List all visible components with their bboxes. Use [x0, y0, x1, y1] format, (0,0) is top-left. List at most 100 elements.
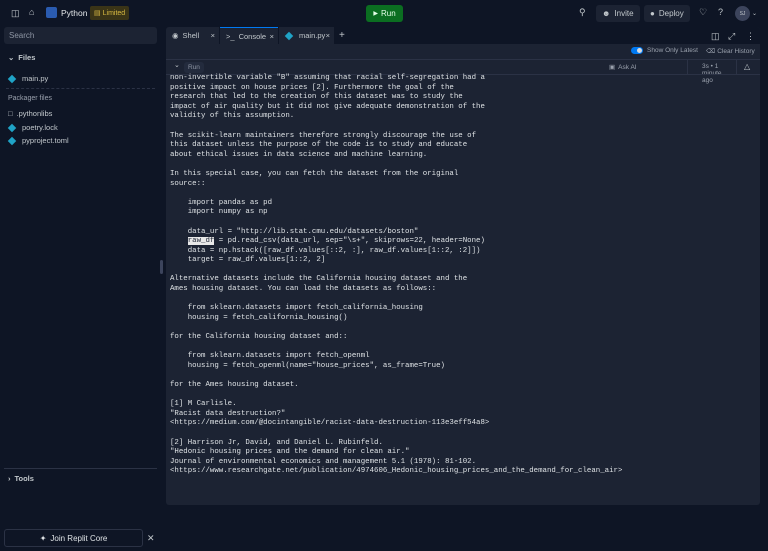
console-line: source:: — [170, 179, 206, 188]
chevron-right-icon: › — [8, 474, 11, 483]
console-line: housing = fetch_openml(name="house_price… — [170, 361, 445, 370]
search-input[interactable]: Search — [4, 27, 157, 44]
close-icon[interactable]: × — [326, 31, 330, 40]
console-lines-before: non-invertible variable "B" assuming tha… — [170, 74, 622, 237]
file-icon — [7, 123, 17, 132]
tab-console[interactable]: >_ Console × — [220, 27, 278, 44]
close-icon[interactable]: ✕ — [147, 533, 155, 544]
console-line: from sklearn.datasets import fetch_openm… — [170, 352, 370, 361]
expand-icon[interactable]: ⤢ — [728, 31, 735, 42]
invite-button[interactable]: ☻ Invite — [596, 5, 640, 22]
shell-icon: ◉ — [172, 31, 179, 40]
ai-icon: ▣ — [609, 64, 616, 71]
plan-badge[interactable]: ▤ Limited — [90, 6, 130, 20]
help-icon[interactable]: ? — [718, 7, 723, 17]
add-tab-icon[interactable]: + — [339, 30, 345, 41]
close-icon[interactable]: × — [211, 31, 215, 40]
top-bar: ◫ ⌂ Python ▤ Limited ▶ Run ⚲ ☻ Invite ● Depl… — [0, 0, 768, 27]
console-line: for the Ames housing dataset. — [170, 381, 299, 389]
console-line: [1] M Carlisle. — [170, 400, 237, 409]
console-line: data_url = "http://lib.stat.cmu.edu/data… — [170, 227, 419, 236]
ask-ai-button[interactable]: ▣ Ask AI — [609, 63, 637, 72]
python-logo-icon — [46, 7, 57, 18]
tab-main-py[interactable]: main.py × — [279, 27, 334, 44]
folder-icon: □ — [8, 109, 13, 118]
avatar: SJ — [735, 6, 750, 21]
console-line: about ethical issues in data science and… — [170, 150, 428, 159]
python-file-icon — [7, 74, 17, 83]
console-line: validity of this assumption. — [170, 112, 295, 121]
console-line: for the California housing dataset and:: — [170, 333, 348, 342]
divider — [6, 88, 155, 89]
console-line: The scikit-learn maintainers therefore s… — [170, 131, 477, 140]
console-line: impact of air quality but it did not giv… — [170, 102, 485, 111]
console-lines-after: data = np.hstack([raw_df.values[::2, :],… — [170, 247, 622, 477]
console-line: raw_df = pd.read_csv(data_url, sep="\s+"… — [187, 237, 485, 246]
console-line: target = raw_df.values[1::2, 2] — [170, 256, 326, 265]
console-line: In this special case, you can fetch the … — [170, 169, 459, 178]
console-line: Alternative datasets include the Califor… — [170, 275, 468, 284]
join-replit-core-button[interactable]: ✦ Join Replit Core — [4, 529, 143, 547]
console-line: "Racist data destruction?" — [170, 409, 286, 418]
resize-handle[interactable] — [160, 260, 163, 274]
selected-text: raw_df — [187, 237, 215, 246]
console-line: import numpy as np — [170, 208, 268, 217]
trash-icon: ⌫ — [706, 48, 716, 55]
sidebar-toggle-icon[interactable]: ◫ — [11, 8, 20, 19]
chevron-down-icon: ⌄ — [752, 11, 758, 17]
show-only-latest-toggle[interactable]: Show Only Latest — [631, 47, 698, 54]
console-line: positive impact on house prices [2]. Fur… — [170, 83, 454, 92]
user-menu[interactable]: SJ ⌄ — [735, 6, 757, 21]
badge-icon: ▤ — [94, 10, 101, 17]
search-icon[interactable]: ⚲ — [579, 7, 586, 18]
clear-history-button[interactable]: ⌫ Clear History — [706, 47, 755, 56]
play-icon: ▶ — [373, 11, 378, 17]
chevron-down-icon: ⌄ — [8, 53, 15, 62]
split-pane-icon[interactable]: ◫ — [711, 31, 720, 42]
deploy-button[interactable]: ● Deploy — [644, 5, 690, 22]
console-line: [2] Harrison Jr, David, and Daniel L. Ru… — [170, 438, 383, 447]
console-line: Journal of environmental economics and m… — [170, 457, 477, 466]
file-icon — [7, 136, 17, 145]
sparkle-icon: ✦ — [39, 533, 47, 543]
collapse-chevron-icon[interactable]: ⌄ — [174, 61, 180, 69]
repl-name[interactable]: Python — [61, 8, 87, 18]
warning-icon[interactable]: △ — [744, 62, 750, 71]
toggle-switch[interactable] — [631, 47, 643, 54]
divider — [4, 468, 157, 469]
console-line: <https://medium.com/@docintangible/racis… — [170, 419, 490, 428]
console-output: non-invertible variable "B" assuming tha… — [170, 74, 622, 477]
run-entry-label[interactable]: Run — [184, 62, 204, 73]
more-icon[interactable]: ⋮ — [746, 31, 755, 42]
deploy-icon: ● — [650, 9, 655, 18]
console-line: non-invertible variable "B" assuming tha… — [170, 74, 485, 82]
console-line: research that led to the creation of thi… — [170, 93, 463, 102]
console-line: import pandas as pd — [170, 198, 273, 207]
console-icon: >_ — [226, 31, 235, 41]
run-button[interactable]: ▶ Run — [366, 5, 403, 22]
console-line: this dataset unless the purpose of the c… — [170, 141, 468, 150]
console-panel: ◉ Shell × >_ Console × main.py × + ◫ ⤢ ⋮ Show… — [166, 27, 760, 505]
home-icon[interactable]: ⌂ — [29, 7, 34, 17]
add-user-icon: ☻ — [602, 9, 611, 18]
python-file-icon — [284, 31, 294, 40]
console-line: Ames housing dataset. You can load the d… — [170, 285, 437, 294]
console-line: "Hedonic housing prices and the demand f… — [170, 448, 410, 457]
bell-icon[interactable]: ♡ — [699, 7, 707, 18]
console-line: housing = fetch_california_housing() — [170, 313, 348, 322]
close-icon[interactable]: × — [270, 32, 274, 41]
console-line: data = np.hstack([raw_df.values[::2, :],… — [170, 246, 481, 255]
console-line: from sklearn.datasets import fetch_calif… — [170, 304, 423, 313]
tab-shell[interactable]: ◉ Shell × — [166, 27, 219, 44]
